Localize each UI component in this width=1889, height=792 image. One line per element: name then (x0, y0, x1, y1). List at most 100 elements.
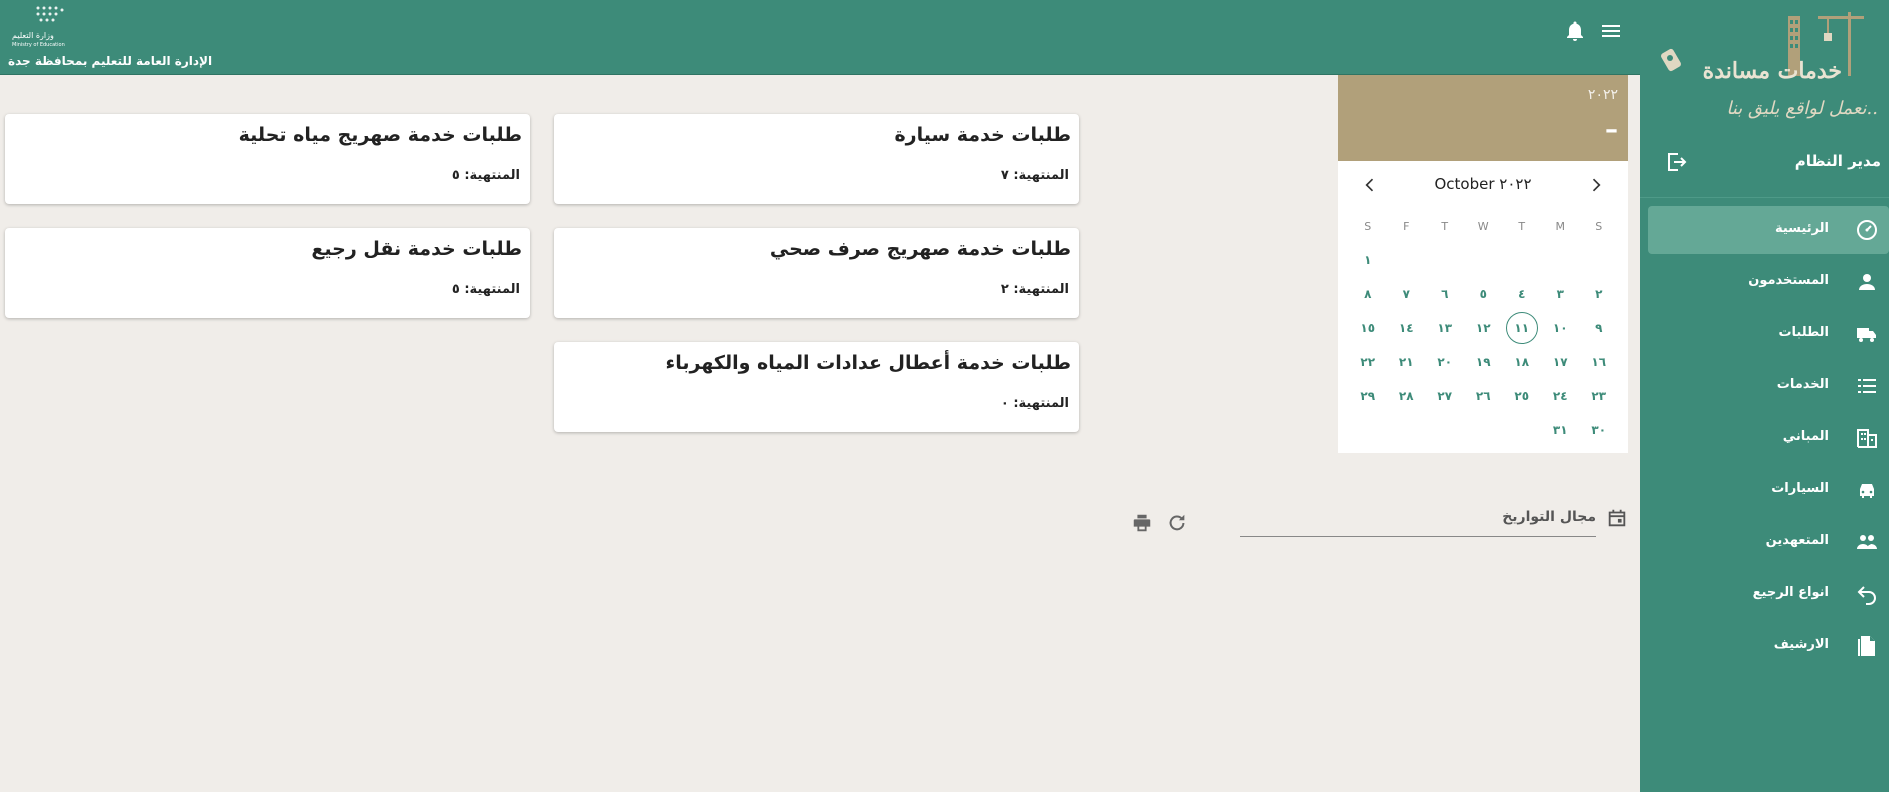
department-name: الإدارة العامة للتعليم بمحافظة جدة (8, 54, 213, 68)
nav-item-requests[interactable]: الطلبات (1648, 310, 1889, 358)
calendar-day[interactable]: ١٩ (1464, 345, 1503, 379)
calendar-day[interactable]: ١٧ (1541, 345, 1580, 379)
calendar-week-row: ٣٠ ٣١ (1348, 413, 1618, 447)
nav-item-label: الطلبات (1778, 325, 1829, 340)
calendar-day[interactable]: ١٦ (1580, 345, 1619, 379)
menu-icon[interactable] (1598, 19, 1624, 43)
nav-item-contractors[interactable]: المتعهدين (1648, 518, 1889, 566)
calendar-day[interactable]: ٢٤ (1541, 379, 1580, 413)
calendar-day[interactable]: ٢ (1580, 277, 1619, 311)
calendar-day[interactable]: ١٨ (1503, 345, 1542, 379)
brand-logo: خدمات مساندة نعمل لواقع يليق بنا.. (1658, 8, 1878, 128)
nav-item-waste-types[interactable]: انواع الرجيع (1648, 570, 1889, 618)
nav-item-services[interactable]: الخدمات (1648, 362, 1889, 410)
nav-item-archive[interactable]: الارشيف (1648, 622, 1889, 670)
calendar-day[interactable]: ١٠ (1541, 311, 1580, 345)
calendar-day[interactable]: ٢٩ (1349, 379, 1388, 413)
calendar-day[interactable]: ٩ (1580, 311, 1619, 345)
truck-icon (1857, 328, 1876, 342)
calendar-month-label[interactable]: October ٢٠٢٢ (1338, 175, 1628, 193)
nav-item-label: الخدمات (1776, 377, 1829, 392)
calendar-week-row: ٢٣ ٢٤ ٢٥ ٢٦ ٢٧ ٢٨ ٢٩ (1348, 379, 1618, 413)
calendar-empty-cell (1464, 413, 1503, 447)
calendar-day[interactable]: ٣٠ (1580, 413, 1619, 447)
calendar-empty-cell (1387, 243, 1426, 277)
calendar-day[interactable]: ١٢ (1464, 311, 1503, 345)
calendar-day[interactable]: ٢٢ (1349, 345, 1388, 379)
card-meter-faults[interactable]: طلبات خدمة أعطال عدادات المياه والكهرباء… (554, 342, 1079, 432)
calendar-empty-cell (1387, 413, 1426, 447)
calendar-grid: S M T W T F S ١ ٢ ٣ ٤ ٥ ٦ ٧ ٨ ٩ ١٠ ١١ ١٢ ١٣ ١٤ ١٥ ١٦ ١٧ ١٨ ١٩ ٢٠ ٢١… (1348, 209, 1618, 447)
nav-item-cars[interactable]: السيارات (1648, 466, 1889, 514)
calendar-day[interactable]: ١٥ (1349, 311, 1388, 345)
calendar-day[interactable]: ١٣ (1426, 311, 1465, 345)
nav-item-home[interactable]: الرئيسية (1648, 206, 1889, 254)
calendar-weekday-row: SMTWTFS (1348, 209, 1618, 243)
card-car-service[interactable]: طلبات خدمة سيارة المنتهية: ٧ (554, 114, 1079, 204)
calendar-day[interactable]: ٢١ (1387, 345, 1426, 379)
calendar-day[interactable]: ١ (1349, 243, 1388, 277)
ministry-logo-icon: وزارة التعليم Ministry of Education (12, 6, 65, 48)
file-icon (1858, 636, 1875, 656)
date-range-input[interactable]: مجال التواريخ (1240, 505, 1596, 537)
calendar-weekday: F (1403, 219, 1410, 233)
people-icon (1857, 535, 1877, 549)
chevron-right-icon[interactable] (1586, 175, 1606, 195)
brand-key-icon (1661, 48, 1681, 72)
calendar-day[interactable]: ١٤ (1387, 311, 1426, 345)
calendar-day[interactable]: ٥ (1464, 277, 1503, 311)
calendar-year[interactable]: ٢٠٢٢ (1588, 87, 1618, 103)
calendar-empty-cell (1580, 243, 1619, 277)
card-desalinated-water-tank[interactable]: طلبات خدمة صهريج مياه تحلية المنتهية: ٥ (5, 114, 530, 204)
date-range-picker: مجال التواريخ (1240, 505, 1628, 539)
calendar-day[interactable]: ٦ (1426, 277, 1465, 311)
card-title: طلبات خدمة صهريج صرف صحي (769, 238, 1071, 260)
user-name: مدير النظام (1794, 152, 1881, 170)
nav-item-label: المستخدمون (1748, 273, 1829, 288)
calendar-week-row: ١ (1348, 243, 1618, 277)
calendar-day[interactable]: ٤ (1503, 277, 1542, 311)
calendar-day-today[interactable]: ١١ (1503, 311, 1542, 345)
calendar-day[interactable]: ٢٠ (1426, 345, 1465, 379)
calendar-week-row: ٢٣٤٥٦٧٨ (1348, 277, 1618, 311)
nav-item-users[interactable]: المستخدمون (1648, 258, 1889, 306)
card-title: طلبات خدمة صهريج مياه تحلية (238, 124, 522, 146)
calendar-empty-cell (1503, 413, 1542, 447)
calendar-day[interactable]: ٣١ (1541, 413, 1580, 447)
calendar-day[interactable]: ٢٨ (1387, 379, 1426, 413)
calendar-empty-cell (1503, 243, 1542, 277)
calendar-empty-cell (1426, 243, 1465, 277)
calendar-day[interactable]: ٧ (1387, 277, 1426, 311)
date-range-label: مجال التواريخ (1502, 509, 1596, 525)
brand-slogan: نعمل لواقع يليق بنا.. (1726, 98, 1878, 119)
svg-text:وزارة التعليم: وزارة التعليم (12, 31, 54, 40)
logout-icon[interactable] (1664, 150, 1688, 174)
calendar: ٢٠٢٢ – October ٢٠٢٢ S M T W T F S ١ ٢ ٣ ٤ ٥ ٦ ٧ ٨ ٩ ١٠ ١١… (1338, 75, 1628, 453)
calendar-day[interactable]: ٢٣ (1580, 379, 1619, 413)
person-icon (1859, 274, 1875, 290)
refresh-icon[interactable] (1166, 512, 1188, 534)
card-title: طلبات خدمة نقل رجيع (311, 238, 522, 260)
nav-item-label: انواع الرجيع (1752, 585, 1829, 600)
nav-item-label: المباني (1782, 429, 1829, 444)
undo-icon (1857, 586, 1876, 605)
card-sewage-tank[interactable]: طلبات خدمة صهريج صرف صحي المنتهية: ٢ (554, 228, 1079, 318)
calendar-weekday: S (1364, 219, 1372, 233)
calendar-day[interactable]: ٢٧ (1426, 379, 1465, 413)
top-bar: وزارة التعليم Ministry of Education الإد… (0, 0, 1640, 75)
card-count: المنتهية: ٠ (1000, 396, 1069, 411)
calendar-day[interactable]: ٢٦ (1464, 379, 1503, 413)
nav-item-buildings[interactable]: المباني (1648, 414, 1889, 462)
nav-item-label: الرئيسية (1774, 221, 1829, 236)
bell-icon[interactable] (1563, 19, 1587, 43)
calendar-day[interactable]: ٨ (1349, 277, 1388, 311)
print-icon[interactable] (1131, 512, 1153, 534)
calendar-day[interactable]: ٢٥ (1503, 379, 1542, 413)
calendar-icon[interactable] (1606, 507, 1628, 529)
calendar-nav: October ٢٠٢٢ (1338, 171, 1628, 201)
card-title: طلبات خدمة سيارة (894, 124, 1071, 146)
sidebar: خدمات مساندة نعمل لواقع يليق بنا.. مدير … (1640, 0, 1889, 792)
calendar-header: ٢٠٢٢ – (1338, 75, 1628, 161)
card-waste-transport[interactable]: طلبات خدمة نقل رجيع المنتهية: ٥ (5, 228, 530, 318)
calendar-day[interactable]: ٣ (1541, 277, 1580, 311)
